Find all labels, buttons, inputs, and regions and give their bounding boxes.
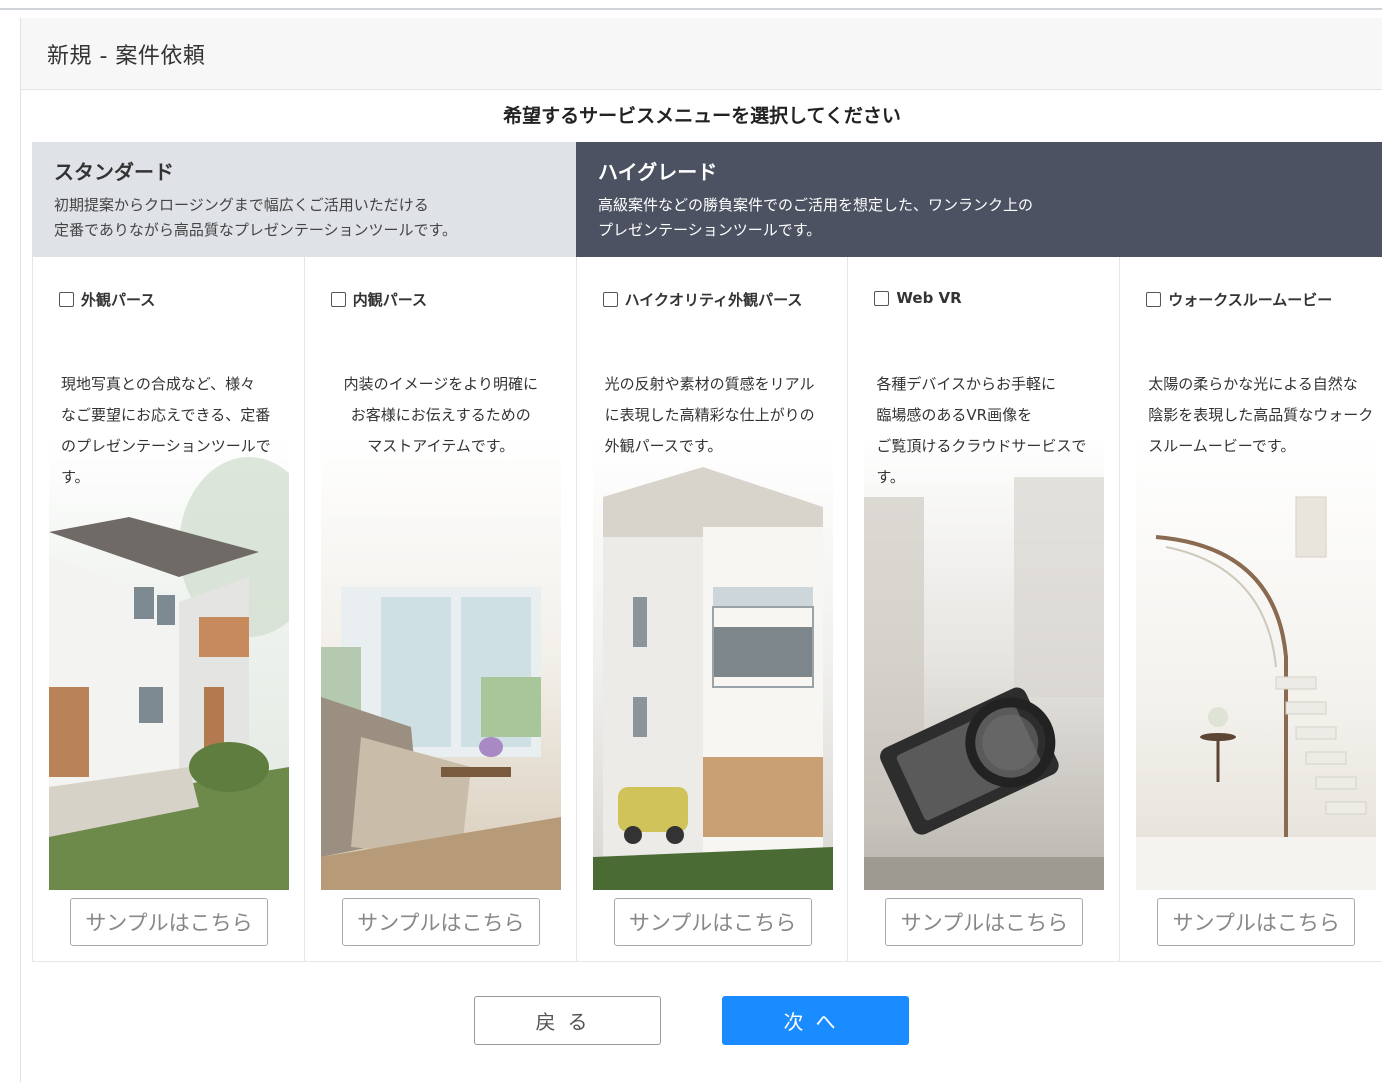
interior-option[interactable]: 内観パース [330, 289, 428, 310]
desc-line: 内装のイメージをより明確に [343, 375, 538, 393]
panel-header: 新規 - 案件依頼 [21, 18, 1382, 90]
modern-house-illustration [592, 437, 833, 890]
desc-line: 太陽の柔らかな光による自然な [1148, 375, 1358, 393]
desc-line: 陰影を表現した高品質なウォーク [1148, 406, 1374, 424]
service-card-exterior: 外観パース 現地写真との合成など、様々 なご要望にお応えできる、定番 のプレゼン… [33, 257, 305, 961]
vr-viewer-illustration [864, 437, 1105, 890]
service-card-web-vr: Web VR 各種デバイスからお手軽に 臨場感のあるVR画像を ご覧頂けるクラウ… [848, 257, 1121, 961]
high-quality-exterior-image [592, 437, 833, 890]
desc-line: お客様にお伝えするための [350, 406, 531, 424]
service-card-interior: 内観パース 内装のイメージをより明確に お客様にお伝えするための マストアイテム… [305, 257, 577, 961]
walkthrough-movie-option[interactable]: ウォークスルームービー [1146, 289, 1332, 310]
tier-standard-desc-line: 初期提案からクロージングまで幅広くご活用いただける [54, 196, 429, 214]
interior-label: 内観パース [352, 291, 428, 309]
web-vr-image [864, 437, 1105, 890]
next-button[interactable]: 次へ [722, 996, 909, 1045]
tier-standard-desc-line: 定番でありながら高品質なプレゼンテーションツールです。 [54, 221, 458, 239]
exterior-image [49, 437, 289, 890]
walkthrough-movie-image [1136, 437, 1377, 890]
tier-high-grade-desc-line: 高級案件などの勝負案件でのご活用を想定した、ワンランク上の [598, 196, 1034, 214]
web-vr-option[interactable]: Web VR [874, 289, 962, 307]
tier-high-grade-desc: 高級案件などの勝負案件でのご活用を想定した、ワンランク上の プレゼンテーションツ… [598, 193, 1382, 243]
tier-high-grade-desc-line: プレゼンテーションツールです。 [598, 221, 822, 239]
tier-standard: スタンダード 初期提案からクロージングまで幅広くご活用いただける 定番でありなが… [32, 142, 576, 257]
desc-line: ご覧頂けるクラウドサービスです。 [876, 437, 1087, 486]
exterior-description: 現地写真との合成など、様々 なご要望にお応えできる、定番 のプレゼンテーションツ… [61, 369, 293, 493]
top-border [0, 8, 1382, 10]
walkthrough-movie-checkbox[interactable] [1146, 292, 1162, 307]
desc-line: 臨場感のあるVR画像を [876, 406, 1033, 424]
high-quality-exterior-sample-button[interactable]: サンプルはこちら [613, 898, 812, 946]
tier-standard-desc: 初期提案からクロージングまで幅広くご活用いただける 定番でありながら高品質なプレ… [54, 193, 576, 243]
exterior-option[interactable]: 外観パース [59, 289, 155, 310]
web-vr-checkbox[interactable] [874, 290, 890, 306]
panel-title: 新規 - 案件依頼 [47, 43, 206, 69]
high-quality-exterior-description: 光の反射や素材の質感をリアル に表現した高精彩な仕上がりの 外観パースです。 [605, 369, 837, 462]
tier-standard-name: スタンダード [54, 160, 174, 184]
back-button[interactable]: 戻る [474, 996, 661, 1045]
walkthrough-movie-label: ウォークスルームービー [1168, 291, 1333, 309]
walkthrough-movie-sample-button[interactable]: サンプルはこちら [1157, 898, 1356, 946]
high-quality-exterior-label: ハイクオリティ外観パース [624, 291, 803, 309]
request-panel: 新規 - 案件依頼 希望するサービスメニューを選択してください スタンダード 初… [20, 18, 1382, 1082]
staircase-illustration [1136, 437, 1377, 890]
exterior-house-illustration [49, 437, 289, 890]
desc-line: 現地写真との合成など、様々 [61, 375, 256, 393]
service-cards: 外観パース 現地写真との合成など、様々 なご要望にお応えできる、定番 のプレゼン… [32, 257, 1382, 962]
desc-line: マストアイテムです。 [367, 437, 515, 455]
high-quality-exterior-checkbox[interactable] [602, 292, 618, 307]
interior-description: 内装のイメージをより明確に お客様にお伝えするための マストアイテムです。 [325, 369, 557, 462]
desc-line: 各種デバイスからお手軽に [876, 375, 1056, 393]
desc-line: スルームービーです。 [1148, 437, 1296, 455]
desc-line: 光の反射や素材の質感をリアル [604, 375, 815, 393]
menu-select-heading: 希望するサービスメニューを選択してください [503, 105, 901, 127]
web-vr-sample-button[interactable]: サンプルはこちら [885, 898, 1084, 946]
web-vr-label: Web VR [896, 289, 962, 307]
web-vr-description: 各種デバイスからお手軽に 臨場感のあるVR画像を ご覧頂けるクラウドサービスです… [876, 369, 1108, 493]
walkthrough-movie-description: 太陽の柔らかな光による自然な 陰影を表現した高品質なウォーク スルームービーです… [1148, 369, 1380, 462]
exterior-checkbox[interactable] [59, 292, 74, 307]
desc-line: に表現した高精彩な仕上がりの [604, 406, 815, 424]
tier-high-grade-name: ハイグレード [598, 160, 718, 184]
interior-image [320, 437, 561, 890]
desc-line: のプレゼンテーションツールです。 [61, 437, 271, 486]
high-quality-exterior-option[interactable]: ハイクオリティ外観パース [602, 289, 803, 310]
service-card-walkthrough-movie: ウォークスルームービー 太陽の柔らかな光による自然な 陰影を表現した高品質なウォ… [1120, 257, 1382, 961]
tier-high-grade: ハイグレード 高級案件などの勝負案件でのご活用を想定した、ワンランク上の プレゼ… [576, 142, 1382, 257]
interior-sample-button[interactable]: サンプルはこちら [341, 898, 540, 946]
desc-line: 外観パースです。 [604, 437, 723, 455]
exterior-sample-button[interactable]: サンプルはこちら [70, 898, 268, 946]
service-card-high-quality-exterior: ハイクオリティ外観パース 光の反射や素材の質感をリアル に表現した高精彩な仕上が… [577, 257, 849, 961]
interior-living-room-illustration [320, 437, 561, 890]
interior-checkbox[interactable] [330, 292, 346, 307]
desc-line: なご要望にお応えできる、定番 [61, 406, 271, 424]
exterior-label: 外観パース [81, 291, 156, 309]
